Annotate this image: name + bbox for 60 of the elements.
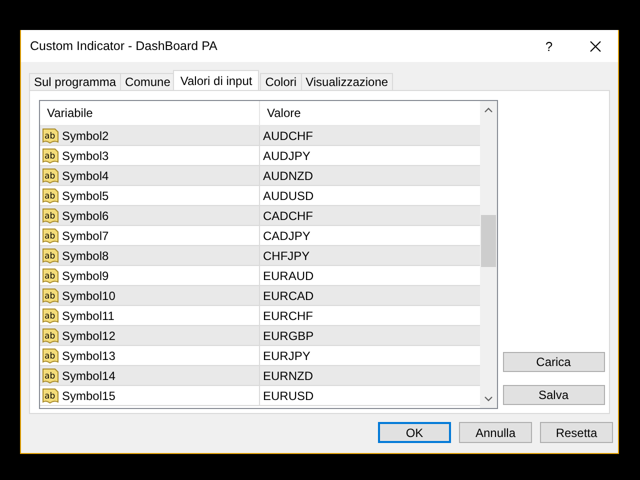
value-cell[interactable]: EURCHF	[260, 306, 313, 325]
help-button[interactable]: ?	[526, 30, 572, 62]
string-type-icon: ab	[42, 148, 59, 164]
value-cell[interactable]: CHFJPY	[260, 246, 310, 265]
string-type-icon: ab	[42, 288, 59, 304]
tab[interactable]: Sul programma	[29, 73, 122, 90]
variable-name: Symbol13	[62, 348, 116, 362]
string-type-icon: ab	[42, 268, 59, 284]
variable-name: Symbol5	[62, 188, 109, 202]
string-type-icon: ab	[42, 188, 59, 204]
string-type-icon: ab	[42, 388, 59, 404]
dialog-button[interactable]: Annulla	[459, 422, 532, 443]
value-cell[interactable]: EURCAD	[260, 286, 314, 305]
string-type-icon: ab	[42, 368, 59, 384]
column-header[interactable]: Variabile	[40, 101, 260, 125]
variable-name: Symbol7	[62, 228, 109, 242]
string-type-icon: ab	[42, 308, 59, 324]
variable-name: Symbol3	[62, 148, 109, 162]
value-cell[interactable]: EURJPY	[260, 346, 310, 365]
scroll-up-icon[interactable]	[484, 107, 493, 113]
value-cell[interactable]: CADJPY	[260, 226, 310, 245]
column-header[interactable]: Valore	[260, 101, 480, 125]
variable-name: Symbol11	[62, 308, 114, 322]
variable-name: Symbol9	[62, 268, 109, 282]
value-cell[interactable]: AUDUSD	[260, 186, 314, 205]
tab[interactable]: Visualizzazione	[300, 73, 394, 90]
value-cell[interactable]: CADCHF	[260, 206, 313, 225]
variable-name: Symbol4	[62, 168, 109, 182]
variable-name: Symbol12	[62, 328, 116, 342]
window-title: Custom Indicator - DashBoard PA	[30, 39, 218, 53]
variable-name: Symbol6	[62, 208, 109, 222]
string-type-icon: ab	[42, 348, 59, 364]
tab[interactable]: Colori	[260, 73, 302, 90]
string-type-icon: ab	[42, 128, 59, 144]
variable-name: Symbol15	[62, 388, 116, 402]
value-cell[interactable]: EURAUD	[260, 266, 314, 285]
value-cell[interactable]: AUDJPY	[260, 146, 310, 165]
variable-name: Symbol10	[62, 288, 116, 302]
variable-name: Symbol8	[62, 248, 109, 262]
variable-name: Symbol2	[62, 128, 109, 142]
side-button[interactable]: Carica	[502, 352, 604, 372]
scrollbar[interactable]	[480, 101, 497, 408]
string-type-icon: ab	[42, 228, 59, 244]
dialog-button[interactable]: OK	[378, 422, 451, 443]
string-type-icon: ab	[42, 208, 59, 224]
close-icon	[590, 40, 600, 52]
string-type-icon: ab	[42, 168, 59, 184]
dialog-button[interactable]: Resetta	[540, 422, 613, 443]
value-cell[interactable]: EURUSD	[260, 386, 314, 405]
side-button[interactable]: Salva	[502, 385, 604, 405]
scroll-thumb[interactable]	[481, 215, 496, 267]
value-cell[interactable]: EURNZD	[260, 366, 313, 385]
scroll-down-icon[interactable]	[484, 396, 493, 402]
string-type-icon: ab	[42, 328, 59, 344]
tab[interactable]: Valori di input	[173, 70, 260, 90]
value-cell[interactable]: AUDCHF	[260, 126, 313, 145]
variable-name: Symbol14	[62, 368, 116, 382]
value-cell[interactable]: AUDNZD	[260, 166, 313, 185]
string-type-icon: ab	[42, 248, 59, 264]
value-cell[interactable]: EURGBP	[260, 326, 314, 345]
